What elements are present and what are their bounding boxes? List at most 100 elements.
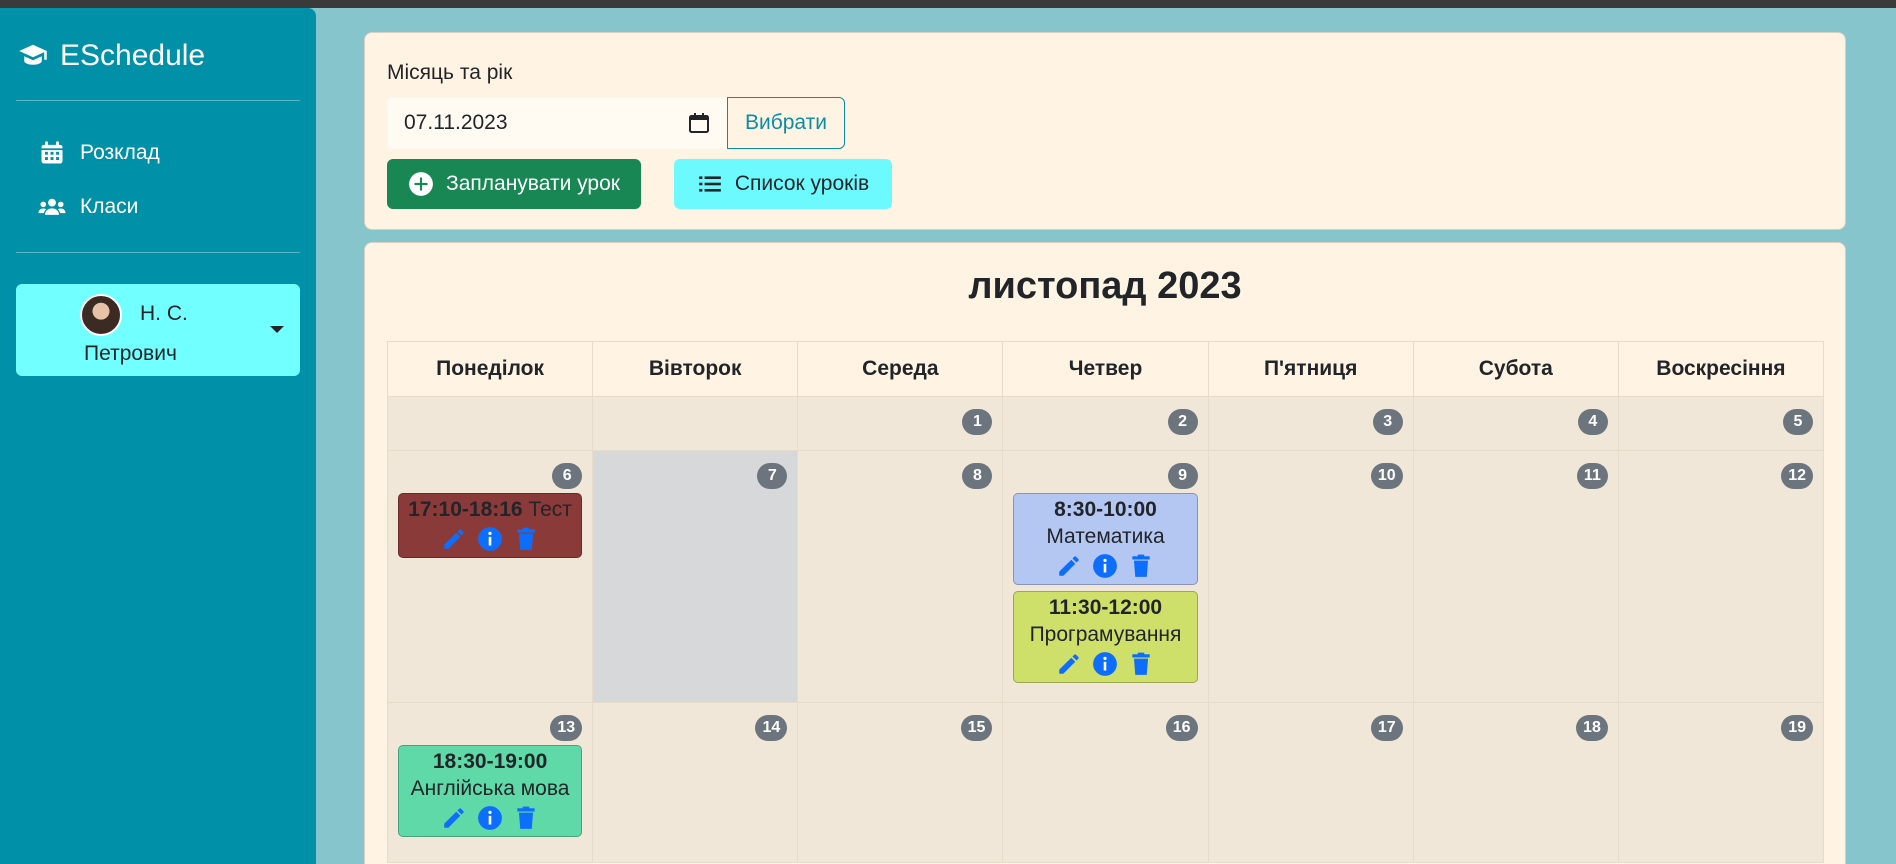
- day-cell[interactable]: 6 17:10-18:16 Тест: [386, 450, 594, 703]
- week-row: 13 18:30-19:00 Англійська мова 14 15 16 17 18 19: [386, 702, 1825, 863]
- week-row: 1 2 3 4 5: [386, 396, 1825, 451]
- calendar-panel: листопад 2023 Понеділок Вівторок Середа …: [364, 242, 1846, 864]
- day-events: 17:10-18:16 Тест: [398, 493, 583, 558]
- trash-icon[interactable]: [513, 805, 539, 831]
- avatar: [80, 294, 122, 336]
- day-cell[interactable]: 18: [1412, 702, 1619, 863]
- day-number-badge: 16: [1165, 715, 1198, 741]
- trash-icon[interactable]: [513, 526, 539, 552]
- day-cell: [592, 396, 799, 451]
- lesson-event[interactable]: 11:30-12:00 Програмування: [1013, 591, 1198, 683]
- info-icon[interactable]: [1092, 651, 1118, 677]
- plan-lesson-label: Запланувати урок: [446, 172, 620, 195]
- day-number-badge: 13: [550, 715, 583, 741]
- graduation-cap-icon: [19, 44, 47, 65]
- sidebar-item-label: Розклад: [80, 141, 160, 164]
- window-top-bar: [0, 0, 1896, 8]
- event-actions: [1018, 650, 1192, 678]
- day-cell[interactable]: 2: [1002, 396, 1209, 451]
- plan-lesson-button[interactable]: Запланувати урок: [387, 159, 641, 209]
- pencil-icon[interactable]: [1056, 553, 1082, 579]
- sidebar-item-schedule[interactable]: Розклад: [38, 136, 160, 170]
- day-cell[interactable]: 19: [1617, 702, 1825, 863]
- day-number-badge: 12: [1781, 463, 1813, 489]
- sidebar: ESchedule Розклад Класи Н. С. Петрович: [0, 8, 316, 864]
- day-cell[interactable]: 10: [1207, 450, 1414, 703]
- day-number-badge: 5: [1783, 409, 1813, 435]
- sidebar-item-classes[interactable]: Класи: [38, 190, 138, 224]
- event-time: 8:30-10:00: [1054, 498, 1157, 521]
- day-cell[interactable]: 14: [592, 702, 799, 863]
- day-cell[interactable]: 12: [1617, 450, 1825, 703]
- lesson-event[interactable]: 18:30-19:00 Англійська мова: [398, 745, 583, 837]
- calendar-icon: [41, 141, 63, 164]
- day-cell[interactable]: 9 8:30-10:00 Математика 11:30-12:00 Програму…: [1002, 450, 1209, 703]
- day-number-badge: 9: [1167, 463, 1198, 489]
- pencil-icon[interactable]: [441, 526, 467, 552]
- day-cell[interactable]: 5: [1617, 396, 1825, 451]
- user-name-surname: Петрович: [84, 342, 177, 365]
- day-cell[interactable]: 8: [797, 450, 1004, 703]
- user-menu-dropdown[interactable]: Н. С. Петрович: [16, 284, 300, 376]
- event-actions: [1018, 552, 1192, 580]
- event-title: Програмування: [1029, 623, 1182, 646]
- day-cell[interactable]: 16: [1002, 702, 1209, 863]
- trash-icon[interactable]: [1128, 553, 1154, 579]
- calendar-picker-icon[interactable]: [687, 111, 711, 135]
- weekday-header: Вівторок: [592, 341, 799, 397]
- weekday-header: Понеділок: [386, 341, 594, 397]
- day-cell[interactable]: 13 18:30-19:00 Англійська мова: [386, 702, 594, 863]
- day-cell: [386, 396, 594, 451]
- day-cell[interactable]: 11: [1412, 450, 1619, 703]
- info-icon[interactable]: [1092, 553, 1118, 579]
- brand[interactable]: ESchedule: [18, 38, 205, 74]
- pencil-icon[interactable]: [1056, 651, 1082, 677]
- month-year-label: Місяць та рік: [387, 61, 513, 84]
- day-cell[interactable]: 17: [1207, 702, 1414, 863]
- weekday-header: П'ятниця: [1207, 341, 1414, 397]
- event-time: 11:30-12:00: [1048, 596, 1163, 619]
- day-number-badge: 18: [1576, 715, 1608, 741]
- day-events: 8:30-10:00 Математика 11:30-12:00 Програмув…: [1013, 493, 1198, 683]
- info-icon[interactable]: [477, 805, 503, 831]
- day-number-badge: 14: [755, 715, 788, 741]
- day-number-badge: 11: [1576, 463, 1608, 489]
- day-cell[interactable]: 4: [1412, 396, 1619, 451]
- day-number-badge: 19: [1781, 715, 1813, 741]
- day-cell[interactable]: 3: [1207, 396, 1414, 451]
- day-number-badge: 4: [1577, 409, 1608, 435]
- day-number-badge: 10: [1370, 463, 1403, 489]
- lesson-event[interactable]: 17:10-18:16 Тест: [398, 493, 583, 558]
- lesson-event[interactable]: 8:30-10:00 Математика: [1013, 493, 1198, 585]
- info-icon[interactable]: [477, 526, 503, 552]
- day-number-badge: 2: [1167, 409, 1198, 435]
- event-header: 17:10-18:16 Тест: [403, 496, 577, 523]
- event-time: 18:30-19:00: [432, 750, 548, 773]
- choose-button[interactable]: Вибрати: [727, 97, 845, 149]
- day-number-badge: 8: [962, 463, 993, 489]
- lessons-list-button[interactable]: Список уроків: [674, 159, 892, 209]
- day-cell[interactable]: 1: [797, 396, 1004, 451]
- day-cell[interactable]: 15: [797, 702, 1004, 863]
- day-number-badge: 1: [962, 409, 993, 435]
- trash-icon[interactable]: [1128, 651, 1154, 677]
- weekday-header-row: Понеділок Вівторок Середа Четвер П'ятниц…: [386, 341, 1825, 397]
- month-year-input[interactable]: [387, 97, 727, 149]
- event-title: Математика: [1046, 525, 1165, 548]
- calendar-grid: Понеділок Вівторок Середа Четвер П'ятниц…: [386, 341, 1825, 863]
- filter-panel: Місяць та рік Вибрати Запланувати урок С…: [364, 32, 1846, 230]
- lessons-list-label: Список уроків: [734, 172, 870, 195]
- users-icon: [38, 198, 66, 215]
- event-title: Тест: [528, 498, 572, 521]
- pencil-icon[interactable]: [441, 805, 467, 831]
- event-time: 17:10-18:16: [408, 498, 523, 521]
- sidebar-divider: [16, 252, 300, 253]
- day-cell[interactable]: 7: [592, 450, 799, 703]
- plus-circle-icon: [409, 172, 433, 196]
- event-actions: [403, 804, 577, 832]
- month-title: листопад 2023: [968, 265, 1242, 307]
- user-name-initials: Н. С.: [140, 302, 188, 325]
- day-number-badge: 15: [960, 715, 993, 741]
- list-icon: [698, 176, 721, 192]
- weekday-header: Четвер: [1002, 341, 1209, 397]
